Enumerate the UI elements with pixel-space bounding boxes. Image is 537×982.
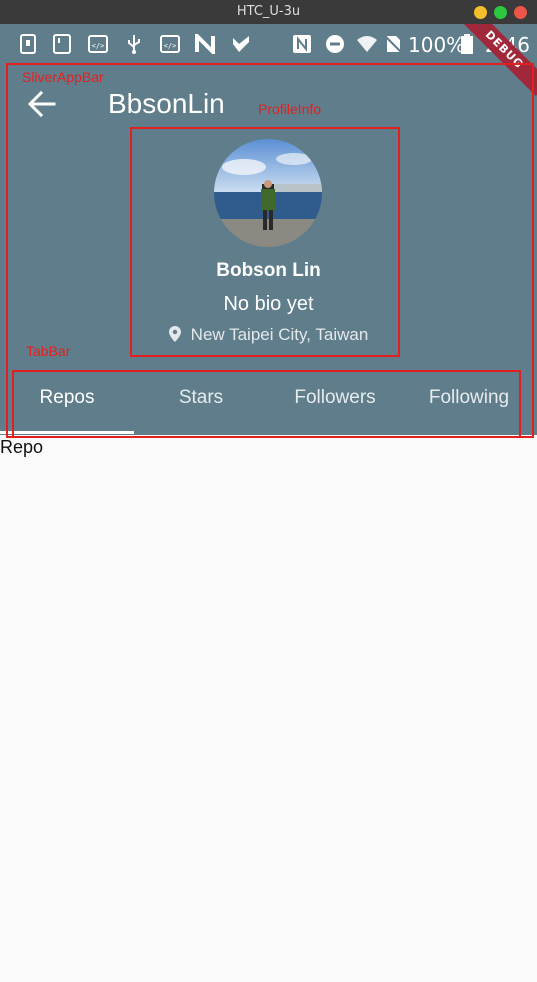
sd-icon xyxy=(53,34,71,54)
minimize-button[interactable] xyxy=(474,6,487,19)
profile-info-annotation-label: ProfileInfo xyxy=(258,101,322,117)
tab-bar-annotation-box xyxy=(12,370,521,438)
wifi-icon xyxy=(357,36,377,52)
sim-icon xyxy=(20,34,36,54)
window-title: HTC_U-3u xyxy=(236,4,301,19)
dnd-icon xyxy=(326,35,344,53)
profile-info-annotation-box xyxy=(130,127,400,357)
tab-content-text: Repo xyxy=(0,437,44,457)
close-button[interactable] xyxy=(514,6,527,19)
window-titlebar: HTC_U-3u xyxy=(0,0,537,24)
usb-icon xyxy=(128,35,140,54)
status-bar: </> </> 100% DEBUG xyxy=(0,24,537,96)
tab-bar-annotation-label: TabBar xyxy=(26,343,71,359)
code-icon: </> xyxy=(160,35,180,53)
check-icon xyxy=(233,36,249,52)
no-sim-icon xyxy=(384,35,402,53)
code-icon: </> xyxy=(88,35,108,53)
battery-percent: 100% xyxy=(408,33,466,57)
svg-text:</>: </> xyxy=(164,42,177,50)
battery-icon xyxy=(461,34,473,54)
nfc-icon xyxy=(293,35,311,53)
n-icon xyxy=(195,34,215,54)
sliver-app-bar-annotation-label: SliverAppBar xyxy=(22,69,104,85)
svg-text:</>: </> xyxy=(92,42,105,50)
maximize-button[interactable] xyxy=(494,6,507,19)
